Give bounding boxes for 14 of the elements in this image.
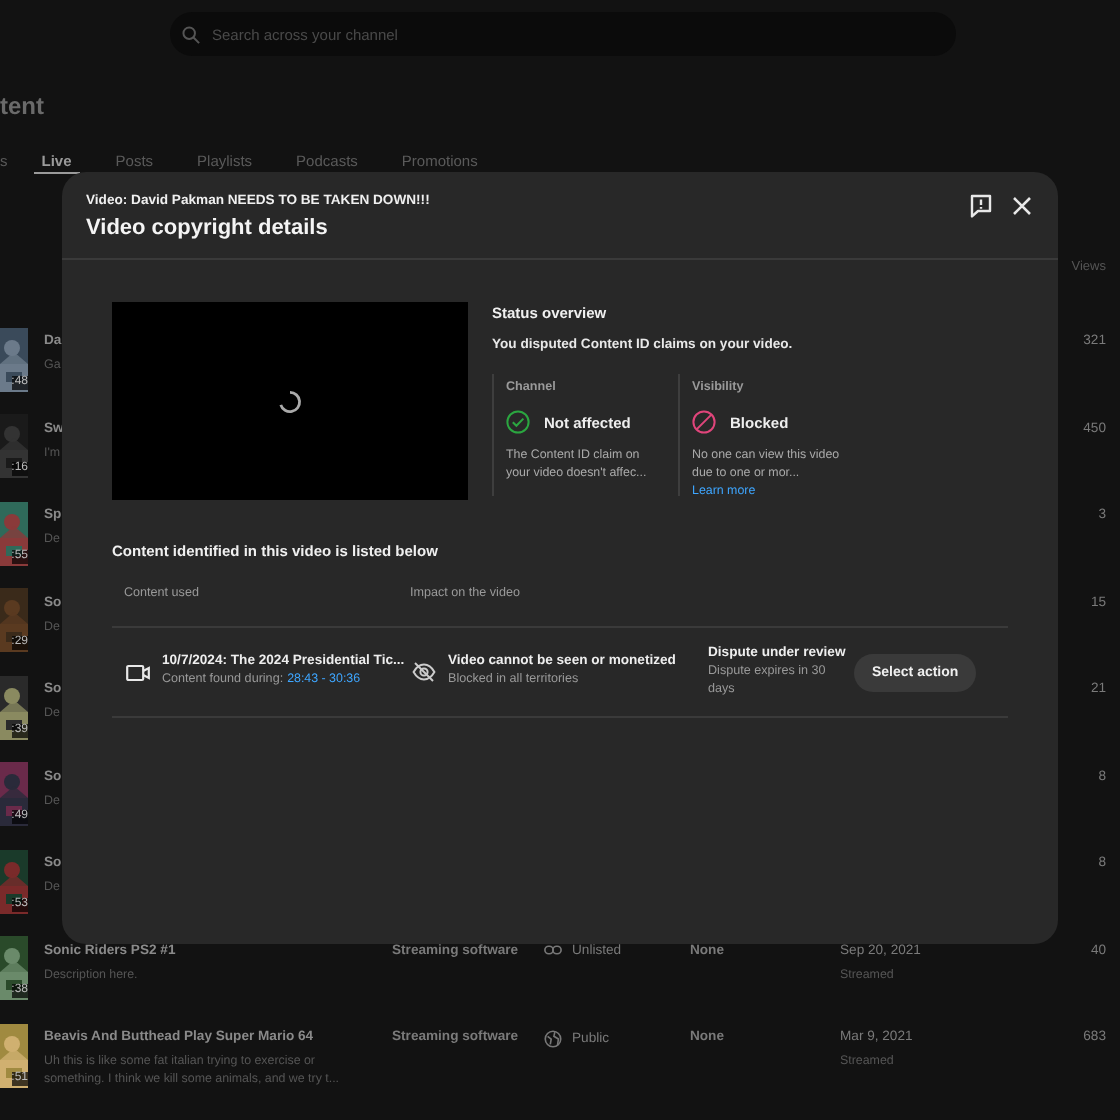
close-icon [1012, 196, 1032, 216]
close-button[interactable] [1010, 194, 1034, 218]
eye-off-icon [412, 662, 436, 682]
feedback-button[interactable] [968, 194, 992, 218]
check-circle-icon [506, 410, 530, 434]
video-camera-icon [126, 663, 150, 681]
loading-spinner-icon [278, 389, 302, 413]
link-icon [544, 944, 562, 956]
feedback-icon [969, 194, 991, 218]
globe-icon [544, 1030, 562, 1048]
page-title: tent [0, 92, 44, 124]
search-icon [182, 25, 200, 43]
dialog-title: Video copyright details [86, 216, 330, 240]
blocked-icon [692, 410, 716, 434]
